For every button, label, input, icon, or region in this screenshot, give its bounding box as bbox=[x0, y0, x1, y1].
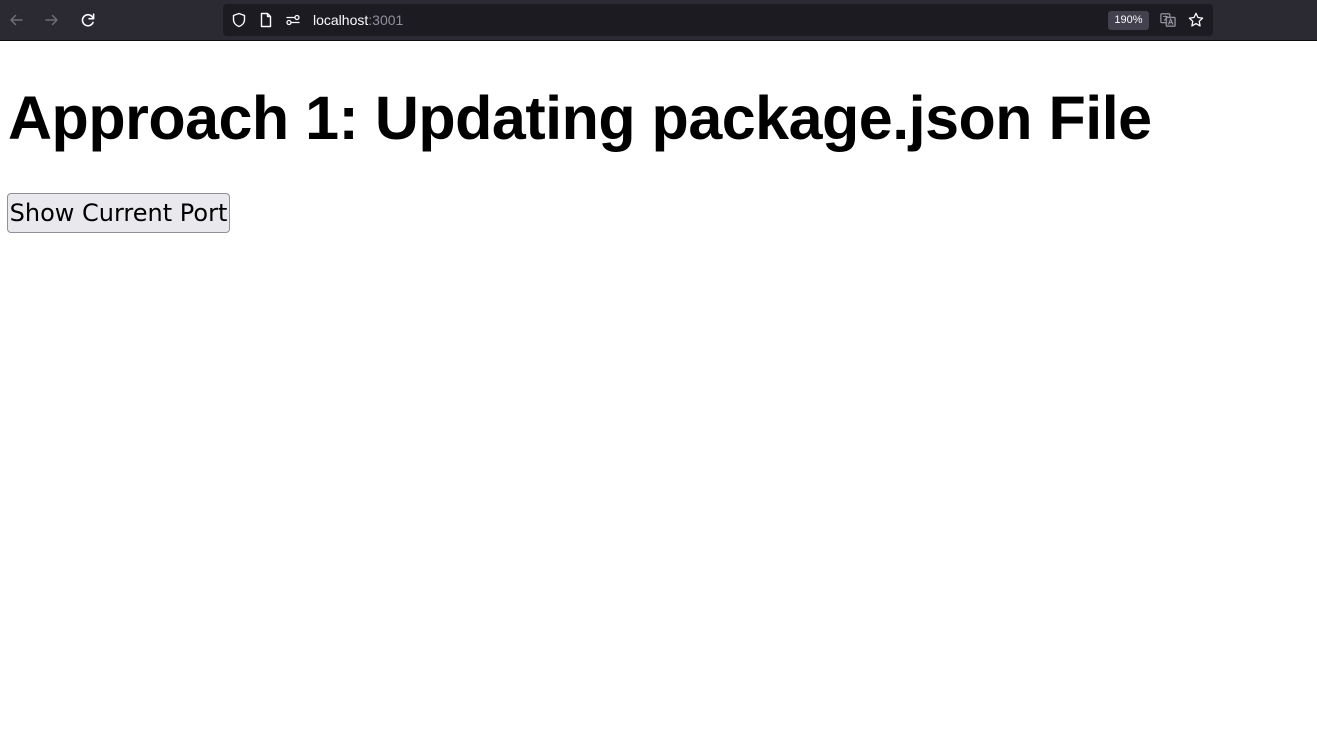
zoom-level-badge[interactable]: 190% bbox=[1108, 11, 1149, 30]
shield-icon[interactable] bbox=[231, 12, 247, 28]
forward-arrow-icon[interactable] bbox=[40, 8, 64, 32]
star-icon[interactable] bbox=[1188, 12, 1204, 28]
url-bar[interactable]: localhost:3001 190% bbox=[223, 4, 1213, 36]
translate-icon[interactable] bbox=[1160, 12, 1176, 28]
back-arrow-icon[interactable] bbox=[4, 8, 28, 32]
url-text[interactable]: localhost:3001 bbox=[313, 12, 403, 28]
page-icon bbox=[258, 12, 274, 28]
browser-toolbar: localhost:3001 190% bbox=[0, 0, 1317, 41]
page-title: Approach 1: Updating package.json File bbox=[8, 84, 1152, 152]
url-port: :3001 bbox=[368, 12, 404, 28]
reload-icon[interactable] bbox=[76, 8, 100, 32]
url-host: localhost bbox=[313, 12, 369, 28]
show-current-port-button[interactable]: Show Current Port bbox=[7, 193, 230, 233]
permissions-icon[interactable] bbox=[285, 12, 301, 28]
